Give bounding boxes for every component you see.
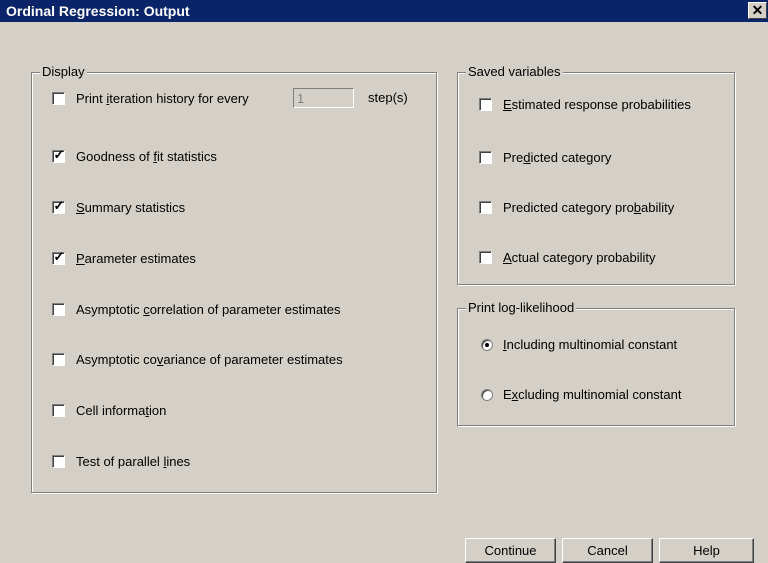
asymptotic-covariance-checkbox[interactable]: Asymptotic covariance of parameter estim… [52,352,343,367]
radio-button[interactable] [481,338,493,351]
predicted-category-checkbox[interactable]: Predicted category [479,150,611,165]
asymptotic-correlation-label: Asymptotic correlation of parameter esti… [76,302,341,317]
check-icon: ✓ [53,198,65,213]
display-group: Display [31,64,437,493]
predicted-category-probability-checkbox[interactable]: Predicted category probability [479,200,674,215]
checkbox-box[interactable] [52,92,65,105]
iteration-steps-input[interactable] [293,88,354,108]
estimated-response-probabilities-label: Estimated response probabilities [503,97,691,112]
checkbox-box[interactable] [52,404,65,417]
iteration-history-checkbox[interactable]: Print iteration history for every [52,91,249,106]
close-icon[interactable]: ✕ [748,2,767,19]
cell-information-label: Cell information [76,403,167,418]
title-bar: Ordinal Regression: Output ✕ [0,0,768,22]
checkbox-box[interactable]: ✓ [52,198,65,214]
estimated-response-probabilities-checkbox[interactable]: Estimated response probabilities [479,97,691,112]
summary-statistics-checkbox[interactable]: ✓ Summary statistics [52,198,186,215]
iteration-history-label: Print iteration history for every [76,91,249,106]
continue-button[interactable]: Continue [465,538,556,563]
cell-information-checkbox[interactable]: Cell information [52,403,166,418]
window-title: Ordinal Regression: Output [6,3,190,19]
excluding-multinomial-constant-label: Excluding multinomial constant [503,387,682,402]
checkbox-box[interactable] [479,98,492,111]
print-log-likelihood-group: Print log-likelihood [457,300,735,426]
asymptotic-covariance-label: Asymptotic covariance of parameter estim… [76,352,343,367]
checkbox-box[interactable] [479,201,492,214]
checkbox-box[interactable] [52,303,65,316]
checkbox-box[interactable] [479,251,492,264]
asymptotic-correlation-checkbox[interactable]: Asymptotic correlation of parameter esti… [52,302,340,317]
actual-category-probability-label: Actual category probability [503,250,656,265]
summary-statistics-label: Summary statistics [76,200,186,215]
goodness-of-fit-checkbox[interactable]: ✓ Goodness of fit statistics [52,147,217,164]
including-multinomial-constant-label: Including multinomial constant [503,337,678,352]
goodness-of-fit-label: Goodness of fit statistics [76,149,217,164]
actual-category-probability-checkbox[interactable]: Actual category probability [479,250,655,265]
predicted-category-label: Predicted category [503,150,612,165]
excluding-multinomial-constant-radio[interactable]: Excluding multinomial constant [481,387,681,402]
parallel-lines-label: Test of parallel lines [76,454,191,469]
parameter-estimates-label: Parameter estimates [76,251,196,266]
display-group-label: Display [40,64,87,79]
print-log-likelihood-label: Print log-likelihood [466,300,577,315]
parallel-lines-checkbox[interactable]: Test of parallel lines [52,454,190,469]
checkbox-box[interactable] [479,151,492,164]
saved-variables-label: Saved variables [466,64,563,79]
help-button[interactable]: Help [659,538,754,563]
steps-label: step(s) [368,90,408,105]
checkbox-box[interactable]: ✓ [52,147,65,163]
checkbox-box[interactable]: ✓ [52,249,65,265]
radio-dot-icon [485,342,489,347]
predicted-category-probability-label: Predicted category probability [503,200,675,215]
checkbox-box[interactable] [52,455,65,468]
radio-button[interactable] [481,388,493,401]
ordinal-regression-output-dialog: Ordinal Regression: Output ✕ Display Pri… [0,0,768,563]
including-multinomial-constant-radio[interactable]: Including multinomial constant [481,337,677,352]
check-icon: ✓ [53,249,65,264]
parameter-estimates-checkbox[interactable]: ✓ Parameter estimates [52,249,196,266]
check-icon: ✓ [53,147,65,162]
cancel-button[interactable]: Cancel [562,538,653,563]
checkbox-box[interactable] [52,353,65,366]
